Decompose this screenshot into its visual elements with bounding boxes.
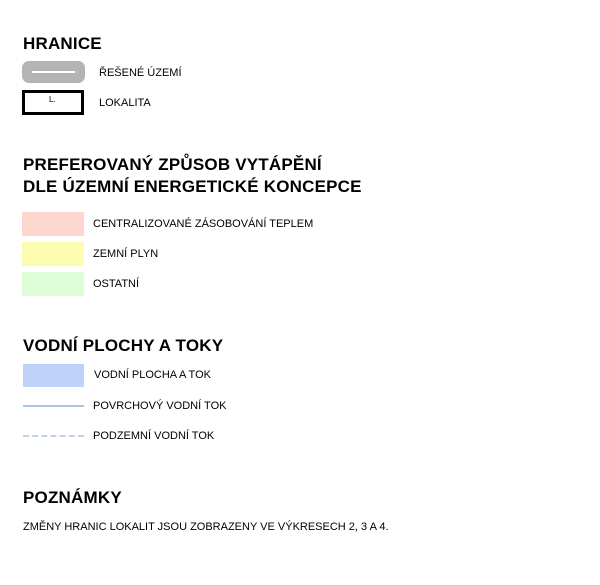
water-area-label: VODNÍ PLOCHA A TOK — [94, 369, 211, 381]
legend-page: { "sections": { "boundaries": { "heading… — [0, 0, 600, 585]
water-area-swatch — [23, 364, 84, 387]
centralized-heating-label: CENTRALIZOVANÉ ZÁSOBOVÁNÍ TEPLEM — [93, 218, 314, 230]
lokalita-swatch: L. — [22, 90, 84, 115]
notes-heading: POZNÁMKY — [23, 488, 122, 507]
natural-gas-swatch — [22, 242, 84, 266]
water-heading: VODNÍ PLOCHY A TOKY — [23, 336, 224, 355]
notes-text: ZMĚNY HRANIC LOKALIT JSOU ZOBRAZENY VE V… — [23, 521, 389, 533]
underground-stream-line — [23, 435, 84, 437]
surface-stream-label: POVRCHOVÝ VODNÍ TOK — [93, 400, 227, 412]
natural-gas-label: ZEMNÍ PLYN — [93, 248, 159, 260]
heating-heading-line2: DLE ÚZEMNÍ ENERGETICKÉ KONCEPCE — [23, 177, 362, 196]
reseni-uzemi-label: ŘEŠENÉ ÚZEMÍ — [99, 67, 182, 79]
other-heating-swatch — [22, 272, 84, 296]
boundaries-heading: HRANICE — [23, 34, 102, 53]
underground-stream-label: PODZEMNÍ VODNÍ TOK — [93, 430, 215, 442]
surface-stream-line — [23, 405, 84, 407]
lokalita-swatch-text: L. — [49, 95, 56, 104]
reseni-uzemi-inner-line — [32, 71, 75, 73]
heating-heading-line1: PREFEROVANÝ ZPŮSOB VYTÁPĚNÍ — [23, 155, 322, 174]
centralized-heating-swatch — [22, 212, 84, 236]
lokalita-label: LOKALITA — [99, 97, 151, 109]
reseni-uzemi-swatch — [22, 61, 85, 83]
other-heating-label: OSTATNÍ — [93, 278, 140, 290]
